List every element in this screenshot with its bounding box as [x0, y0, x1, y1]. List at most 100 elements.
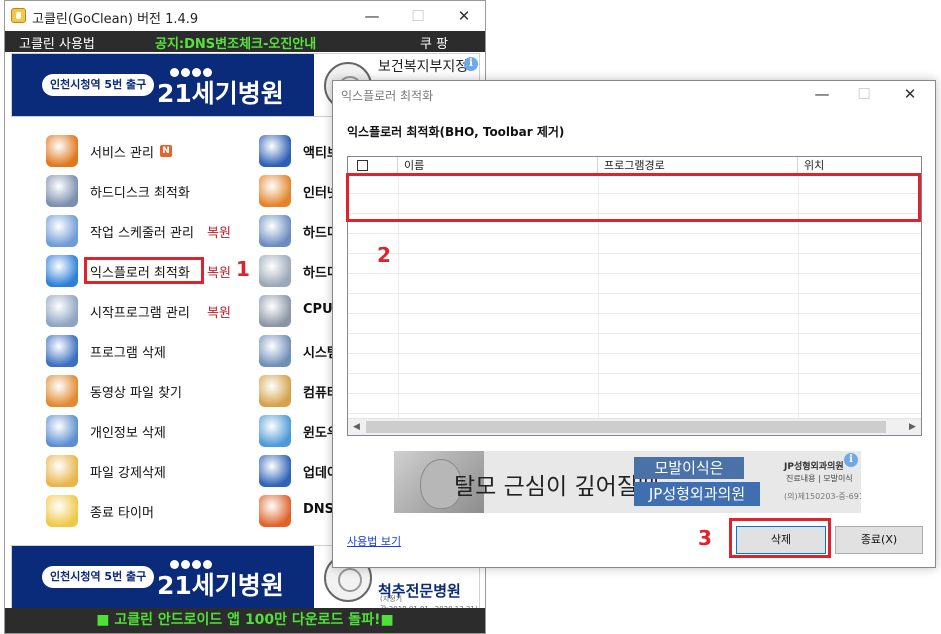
- tool-icon: [259, 295, 291, 327]
- select-all-column[interactable]: [348, 157, 398, 174]
- banner-exit-pill: 인천시청역 5번 출구: [42, 566, 155, 588]
- tool-icon: [259, 215, 291, 247]
- minimize-button[interactable]: —: [349, 1, 395, 31]
- tool-item[interactable]: 인터넷: [259, 173, 339, 209]
- tool-label: 프로그램 삭제: [90, 346, 166, 361]
- scroll-right-icon[interactable]: ▶: [904, 419, 921, 435]
- ie-optimize-dialog: 익스플로러 최적화 — ☐ ✕ 익스플로러 최적화(BHO, Toolbar 제…: [332, 80, 936, 568]
- tool-item[interactable]: 개인정보 삭제: [46, 413, 246, 449]
- ad-subtitle: 진료내용 | 모발이식: [786, 474, 853, 483]
- tool-icon: [46, 455, 78, 487]
- annotation-number-1: 1: [236, 257, 250, 281]
- tool-icon: [46, 295, 78, 327]
- tool-item[interactable]: 서비스 관리 N: [46, 133, 246, 169]
- restore-link[interactable]: 복원: [207, 302, 231, 321]
- menu-usage-guide[interactable]: 고클린 사용법: [19, 33, 95, 52]
- tool-item[interactable]: 프로그램 삭제: [46, 333, 246, 369]
- tool-icon: [46, 415, 78, 447]
- exit-button[interactable]: 종료(X): [835, 526, 923, 554]
- tool-icon: [259, 335, 291, 367]
- tool-item[interactable]: 하드디: [259, 253, 339, 289]
- horizontal-scrollbar[interactable]: ◀ ▶: [348, 418, 921, 435]
- main-window-title: 고클린(GoClean) 버전 1.4.9: [32, 12, 199, 27]
- tool-icon: [259, 495, 291, 527]
- tool-label: 작업 스케줄러 관리: [90, 226, 194, 241]
- tool-label: 동영상 파일 찾기: [90, 386, 182, 401]
- ad-sign-hair: 모발이식은: [634, 457, 744, 479]
- tool-item[interactable]: 컴퓨터: [259, 373, 339, 409]
- tool-item[interactable]: 하드디스크 최적화: [46, 173, 246, 209]
- annotation-box-2: [346, 173, 921, 222]
- column-name[interactable]: 이름: [398, 157, 598, 174]
- tool-label: 서비스 관리: [90, 146, 154, 161]
- dialog-close-button[interactable]: ✕: [887, 80, 933, 108]
- tool-icon: [46, 255, 78, 287]
- dialog-title: 익스플로러 최적화: [341, 89, 434, 103]
- goclean-app-icon: [11, 8, 26, 23]
- usage-link[interactable]: 사용법 보기: [347, 533, 401, 549]
- tool-item[interactable]: 액티브: [259, 133, 339, 169]
- list-header: 이름 프로그램경로 위치: [348, 157, 921, 174]
- tool-item[interactable]: 시작프로그램 관리 복원: [46, 293, 246, 329]
- bottom-announcement-text: ■ 고클린 안드로이드 앱 100만 다운로드 돌파!■: [96, 612, 394, 628]
- maximize-button: ☐: [411, 7, 425, 25]
- dialog-maximize-button: ☐: [857, 85, 871, 103]
- tool-item[interactable]: 시스템: [259, 333, 339, 369]
- dialog-titlebar: 익스플로러 최적화 — ☐ ✕: [333, 81, 935, 109]
- tool-item[interactable]: 동영상 파일 찾기: [46, 373, 246, 409]
- tool-icon: [259, 135, 291, 167]
- tool-item[interactable]: 윈도우: [259, 413, 339, 449]
- annotation-number-3: 3: [698, 526, 712, 550]
- scroll-left-icon[interactable]: ◀: [348, 419, 365, 435]
- dialog-minimize-button[interactable]: —: [799, 80, 845, 108]
- tool-item[interactable]: 작업 스케줄러 관리 복원: [46, 213, 246, 249]
- close-button[interactable]: ✕: [441, 1, 487, 31]
- bottom-announcement-bar[interactable]: ■ 고클린 안드로이드 앱 100만 다운로드 돌파!■: [5, 608, 485, 633]
- tool-item[interactable]: 하드디: [259, 213, 339, 249]
- ad-brand: JP성형외과의원: [784, 462, 844, 472]
- tool-label: 파일 강제삭제: [90, 466, 166, 481]
- tool-icon: [259, 175, 291, 207]
- banner-designation-period: (지정기간:2018.01.01~2020.12.31): [380, 595, 478, 609]
- tool-icon: [46, 495, 78, 527]
- tool-item[interactable]: DNS: [259, 493, 339, 529]
- banner-designation: 보건복지부지정: [378, 59, 469, 75]
- menu-coupang[interactable]: 쿠 팡: [420, 33, 448, 52]
- tool-label: 종료 타이머: [90, 506, 154, 521]
- menu-notice[interactable]: 공지:DNS변조체크-오진안내: [155, 33, 316, 52]
- tool-icon: [259, 255, 291, 287]
- tool-icon: [46, 175, 78, 207]
- restore-link[interactable]: 복원: [207, 222, 231, 241]
- tool-label: DNS: [303, 502, 335, 517]
- ad-info-icon[interactable]: i: [844, 453, 858, 467]
- column-program-path[interactable]: 프로그램경로: [598, 157, 798, 174]
- dialog-heading: 익스플로러 최적화(BHO, Toolbar 제거): [347, 125, 565, 139]
- column-location[interactable]: 위치: [798, 157, 921, 174]
- restore-link[interactable]: 복원: [207, 262, 231, 281]
- banner-dots-icon: [170, 554, 230, 569]
- tool-item[interactable]: CPU/: [259, 293, 339, 329]
- annotation-number-2: 2: [377, 243, 391, 267]
- scrollbar-thumb[interactable]: [366, 421, 886, 433]
- tool-icon: [46, 215, 78, 247]
- new-badge: N: [160, 145, 172, 157]
- main-titlebar: 고클린(GoClean) 버전 1.4.9 — ☐ ✕: [5, 1, 485, 31]
- tool-icon: [259, 375, 291, 407]
- banner-dots-icon: [170, 62, 230, 77]
- banner-exit-pill: 인천시청역 5번 출구: [42, 74, 155, 96]
- ad-info-icon[interactable]: i: [464, 57, 478, 71]
- tool-icon: [259, 415, 291, 447]
- dialog-ad-banner[interactable]: 탈모 근심이 깊어질때 모발이식은 JP성형외과의원 JP성형외과의원 진료내용…: [394, 451, 861, 513]
- tool-label: 개인정보 삭제: [90, 426, 166, 441]
- annotation-box-1: [84, 257, 204, 284]
- banner-hospital-name: 21세기병원: [157, 571, 284, 600]
- tool-icon: [259, 455, 291, 487]
- tool-item[interactable]: 파일 강제삭제: [46, 453, 246, 489]
- select-all-checkbox[interactable]: [357, 160, 368, 171]
- tool-item[interactable]: 업데이: [259, 453, 339, 489]
- tool-icon: [46, 335, 78, 367]
- tool-icon: [46, 375, 78, 407]
- tool-label: 하드디스크 최적화: [90, 186, 190, 201]
- tool-item[interactable]: 종료 타이머: [46, 493, 246, 529]
- banner-hospital-name: 21세기병원: [157, 79, 284, 108]
